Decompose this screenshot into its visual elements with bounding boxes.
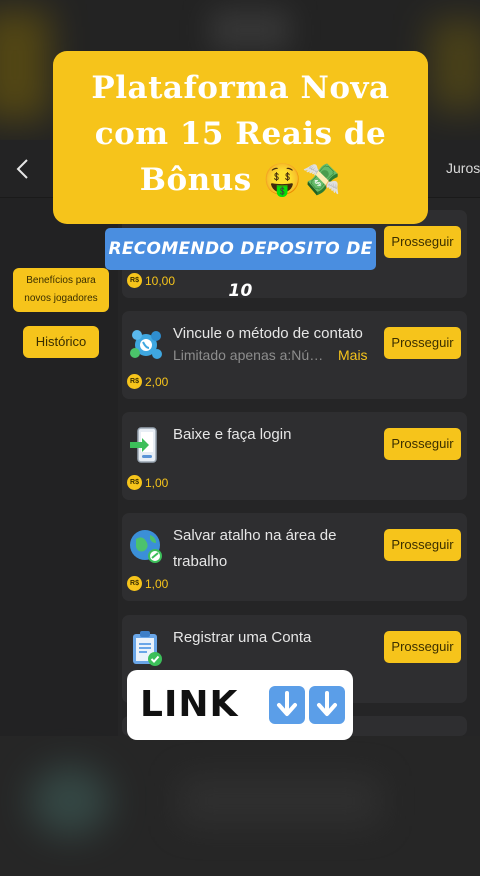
promo-banner-text: Plataforma Nova com 15 Reais de Bônus 🤑💸	[91, 70, 390, 198]
deposit-recommendation-tag: RECOMENDO DEPOSITO DE 10	[105, 228, 376, 301]
reward-value: 2,00	[145, 374, 169, 389]
proceed-button[interactable]: Prosseguir	[384, 226, 461, 258]
more-link[interactable]: Mais	[338, 347, 368, 363]
link-callout[interactable]: LINK	[127, 670, 353, 740]
reward-amount: R$ 1,00	[127, 576, 168, 591]
link-label: LINK	[140, 684, 239, 725]
proceed-button[interactable]: Prosseguir	[384, 631, 461, 663]
contact-apps-icon	[128, 325, 164, 363]
blur-blob	[30, 766, 110, 836]
task-subtitle: Limitado apenas a:Nú…	[173, 347, 324, 363]
reward-value: 1,00	[145, 475, 169, 490]
coin-icon: R$	[127, 475, 142, 490]
task-title: Registrar uma Conta	[173, 629, 312, 646]
down-arrow-icon	[269, 686, 305, 724]
task-card: Salvar atalho na área de trabalho Prosse…	[122, 513, 467, 601]
blur-blob	[0, 10, 50, 120]
task-title: Vincule o método de contato	[173, 325, 363, 342]
reward-amount: R$ 10,00	[127, 273, 175, 288]
globe-link-icon	[128, 527, 164, 565]
blur-blob	[430, 20, 480, 110]
coin-icon: R$	[127, 273, 142, 288]
sidebar-item-new-player-benefits[interactable]: Benefícios para novos jogadores	[13, 268, 109, 312]
sidebar-item-history[interactable]: Histórico	[23, 326, 99, 358]
chevron-left-icon	[16, 159, 28, 179]
task-card: Baixe e faça login Prosseguir R$ 1,00	[122, 412, 467, 500]
task-title: Baixe e faça login	[173, 426, 292, 443]
blur-blob	[210, 10, 290, 50]
down-arrow-icon	[309, 686, 345, 724]
proceed-button[interactable]: Prosseguir	[384, 428, 461, 460]
blurred-bottom-background	[0, 736, 480, 876]
reward-amount: R$ 2,00	[127, 374, 168, 389]
back-button[interactable]	[12, 156, 34, 182]
proceed-button[interactable]: Prosseguir	[384, 327, 461, 359]
reward-value: 10,00	[145, 273, 176, 288]
proceed-button[interactable]: Prosseguir	[384, 529, 461, 561]
sidebar: Benefícios para novos jogadores Históric…	[0, 198, 118, 736]
reward-amount: R$ 1,00	[127, 475, 168, 490]
task-title: Salvar atalho na área de trabalho	[173, 527, 337, 570]
clipboard-check-icon	[128, 629, 164, 667]
task-card: Vincule o método de contato Limitado ape…	[122, 311, 467, 399]
juros-tab[interactable]: Juros	[446, 160, 480, 176]
reward-value: 1,00	[145, 576, 169, 591]
coin-icon: R$	[127, 374, 142, 389]
phone-download-icon	[128, 426, 164, 464]
promo-banner: Plataforma Nova com 15 Reais de Bônus 🤑💸	[53, 51, 428, 224]
blur-blob	[180, 776, 380, 826]
coin-icon: R$	[127, 576, 142, 591]
